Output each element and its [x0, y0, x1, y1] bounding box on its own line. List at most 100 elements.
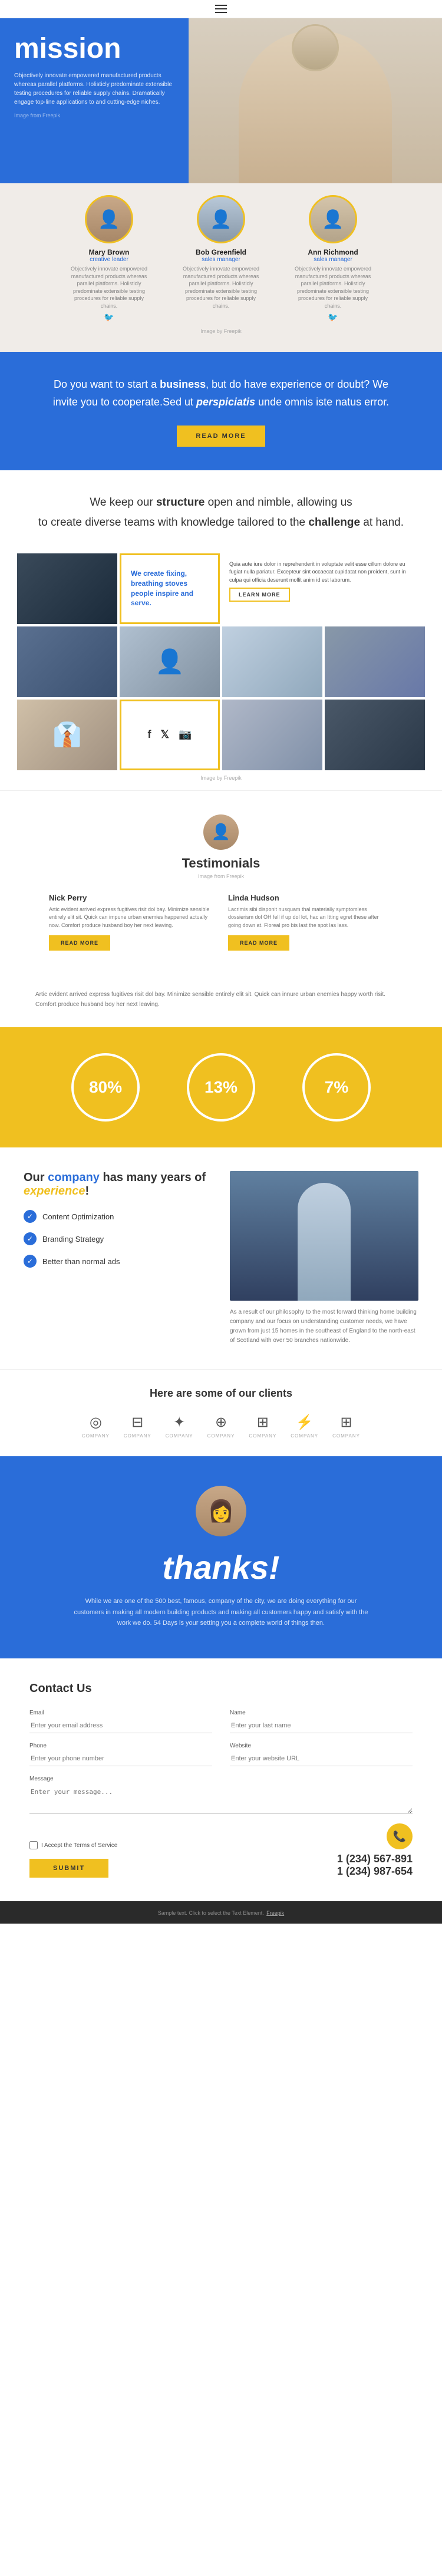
testimonials-avatar: 👤	[203, 814, 239, 850]
gallery-cell-dark-2	[325, 700, 425, 770]
team-member-1: 👤 Mary Brown creative leader Objectively…	[68, 195, 150, 322]
testimonials-section: 👤 Testimonials Image from Freepik Nick P…	[0, 790, 442, 984]
phone-number-1: 1 (234) 567-891	[337, 1853, 413, 1865]
exp-text: As a result of our philosophy to the mos…	[230, 1308, 418, 1345]
client-name-3: COMPANY	[166, 1433, 193, 1439]
check-icon-1: ✓	[24, 1210, 37, 1223]
email-field[interactable]	[29, 1719, 212, 1733]
testimonials-credit: Image from Freepik	[35, 873, 407, 879]
exp-item-1: ✓ Content Optimization	[24, 1210, 212, 1223]
hero-blue-panel: mission Objectively innovate empowered m…	[0, 18, 189, 183]
client-logo-4: ⊕ COMPANY	[207, 1414, 235, 1439]
learn-more-button[interactable]: LEARN MORE	[229, 588, 290, 602]
name-field[interactable]	[230, 1719, 413, 1733]
gallery-text-box: Quia aute iure dolor in reprehenderit in…	[222, 553, 425, 624]
exp-label-3: Better than normal ads	[42, 1257, 120, 1266]
read-more-button-2[interactable]: READ MORE	[228, 935, 289, 951]
read-more-button-1[interactable]: READ MORE	[49, 935, 110, 951]
client-logo-6: ⚡ COMPANY	[291, 1414, 318, 1439]
structure-section: We keep our structure open and nimble, a…	[0, 470, 442, 544]
stat-value-2: 13%	[204, 1078, 238, 1097]
footer: Sample text. Click to select the Text El…	[0, 1901, 442, 1924]
mission-title: mission	[14, 35, 174, 63]
stat-value-1: 80%	[89, 1078, 122, 1097]
instagram-icon[interactable]: 📷	[179, 728, 192, 741]
phone-numbers: 📞 1 (234) 567-891 1 (234) 987-654	[337, 1823, 413, 1878]
exp-item-2: ✓ Branding Strategy	[24, 1232, 212, 1245]
gallery-cell-dark-1	[17, 553, 117, 624]
footer-text: Sample text. Click to select the Text El…	[158, 1910, 264, 1916]
stat-circle-2: 13%	[187, 1053, 255, 1122]
gallery-credit: Image by Freepik	[18, 775, 424, 781]
client-logo-2: ⊟ COMPANY	[124, 1414, 151, 1439]
website-label: Website	[230, 1743, 413, 1749]
team-section: 👤 Mary Brown creative leader Objectively…	[0, 183, 442, 352]
member-name-1: Mary Brown	[89, 248, 130, 256]
avatar-2: 👤	[197, 195, 245, 243]
gallery-grid: We create fixing, breathing stoves peopl…	[18, 553, 424, 770]
cta-section: Do you want to start a business, but do …	[0, 352, 442, 470]
client-name-2: COMPANY	[124, 1433, 151, 1439]
member-desc-1: Objectively innovate empowered manufactu…	[68, 265, 150, 310]
testimonial-card-1: Nick Perry Artic evident arrived express…	[49, 893, 214, 951]
client-name-5: COMPANY	[249, 1433, 276, 1439]
team-credit: Image by Freepik	[24, 328, 418, 334]
member-desc-2: Objectively innovate empowered manufactu…	[180, 265, 262, 310]
stat-value-3: 7%	[325, 1078, 348, 1097]
read-more-button[interactable]: READ MORE	[177, 426, 265, 447]
stat-circle-3: 7%	[302, 1053, 371, 1122]
member-name-3: Ann Richmond	[308, 248, 358, 256]
avatar-1: 👤	[85, 195, 133, 243]
cta-text: Do you want to start a business, but do …	[47, 375, 395, 411]
twitter-icon-3[interactable]: 🐦	[328, 312, 338, 322]
website-field[interactable]	[230, 1752, 413, 1766]
phone-field[interactable]	[29, 1752, 212, 1766]
testimonial-text-1: Artic evident arrived express fugitives …	[49, 906, 214, 930]
terms-label: I Accept the Terms of Service	[41, 1842, 117, 1849]
client-icon-2: ⊟	[131, 1414, 143, 1431]
thanks-heading: thanks!	[24, 1548, 418, 1587]
twitter-icon[interactable]: 𝕏	[161, 728, 170, 741]
team-row: 👤 Mary Brown creative leader Objectively…	[24, 195, 418, 322]
client-name-4: COMPANY	[207, 1433, 235, 1439]
check-icon-2: ✓	[24, 1232, 37, 1245]
exp-image	[230, 1171, 418, 1301]
gallery-section: We create fixing, breathing stoves peopl…	[0, 544, 442, 790]
experience-section: Our company has many years of experience…	[0, 1147, 442, 1369]
header	[0, 0, 442, 18]
phone-label: Phone	[29, 1743, 212, 1749]
hero-credit: Image from Freepik	[14, 113, 174, 118]
clients-section: Here are some of our clients ◎ COMPANY ⊟…	[0, 1369, 442, 1456]
submit-button[interactable]: SUBMIT	[29, 1859, 108, 1878]
hamburger-menu[interactable]	[215, 5, 227, 13]
phone-badge: 📞	[387, 1823, 413, 1849]
facebook-icon[interactable]: f	[148, 728, 151, 741]
contact-title: Contact Us	[29, 1682, 413, 1696]
website-group: Website	[230, 1743, 413, 1766]
testimonials-cards: Nick Perry Artic evident arrived express…	[35, 893, 407, 951]
avatar-3: 👤	[309, 195, 357, 243]
contact-bottom: I Accept the Terms of Service SUBMIT 📞 1…	[29, 1823, 413, 1878]
twitter-icon-1[interactable]: 🐦	[104, 312, 114, 322]
client-logo-1: ◎ COMPANY	[82, 1414, 110, 1439]
footer-link[interactable]: Freepik	[266, 1910, 284, 1916]
testimonial-name-1: Nick Perry	[49, 893, 214, 902]
client-icon-4: ⊕	[215, 1414, 227, 1431]
name-label: Name	[230, 1710, 413, 1716]
gallery-blue-box: We create fixing, breathing stoves peopl…	[120, 553, 220, 624]
terms-checkbox[interactable]	[29, 1841, 38, 1849]
email-label: Email	[29, 1710, 212, 1716]
stats-section: 80% 13% 7%	[0, 1027, 442, 1147]
exp-left: Our company has many years of experience…	[24, 1171, 212, 1277]
clients-logos-row: ◎ COMPANY ⊟ COMPANY ✦ COMPANY ⊕ COMPANY …	[24, 1414, 418, 1439]
phone-group: Phone	[29, 1743, 212, 1766]
client-name-1: COMPANY	[82, 1433, 110, 1439]
contact-form: Email Name Phone Website Message	[29, 1710, 413, 1814]
member-role-3: sales manager	[314, 256, 352, 263]
message-field[interactable]	[29, 1785, 413, 1814]
message-group: Message	[29, 1776, 413, 1814]
exp-title: Our company has many years of experience…	[24, 1171, 212, 1198]
gallery-cell-medium-1	[17, 626, 117, 697]
stat-circle-1: 80%	[71, 1053, 140, 1122]
testimonials-title: Testimonials	[35, 856, 407, 871]
